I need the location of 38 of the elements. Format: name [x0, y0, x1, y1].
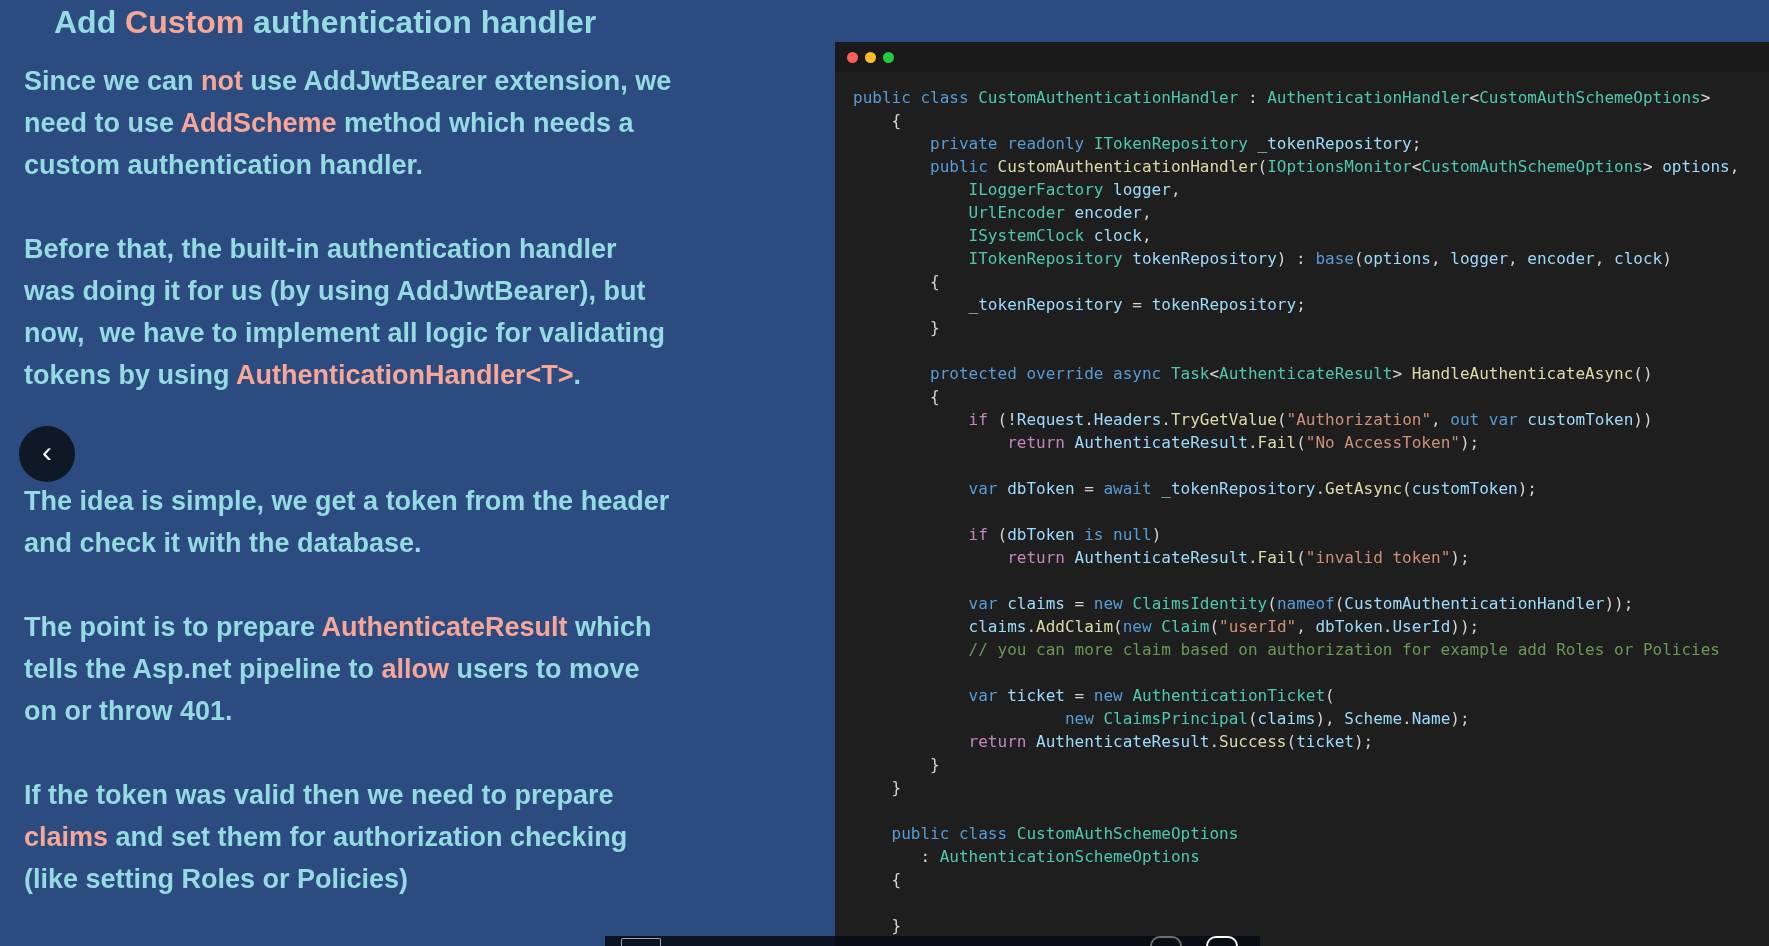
code-line: }: [890, 777, 902, 799]
code-line: if (dbToken is null): [967, 524, 1162, 546]
code-line: var dbToken = await _tokenRepository.GetAsync(customToken);: [967, 478, 1537, 500]
code-line: var ticket = new AuthenticationTicket(: [967, 685, 1335, 707]
code-line: ITokenRepository tokenRepository) : base(options, logger, encoder, clock): [967, 248, 1672, 270]
code-line: UrlEncoder encoder,: [967, 202, 1152, 224]
code-line: ILoggerFactory logger,: [967, 179, 1181, 201]
code-line: if (!Request.Headers.TryGetValue("Authorization", out var customToken)): [967, 409, 1653, 431]
slide-paragraph: If the token was valid then we need to prepare claims and set them for authorization checking (like setting Roles or Policies): [24, 779, 628, 896]
code-line: private readonly ITokenRepository _tokenRepository;: [929, 133, 1422, 155]
code-line: var claims = new ClaimsIdentity(nameof(CustomAuthenticationHandler));: [967, 593, 1634, 615]
code-line: public class CustomAuthenticationHandler : AuthenticationHandler<CustomAuthSchemeOptions>: [853, 87, 1711, 109]
code-line: : AuthenticationSchemeOptions: [919, 846, 1200, 868]
slide-paragraph: The point is to prepare AuthenticateResult which tells the Asp.net pipeline to allow users to move on or throw 401.: [24, 611, 652, 728]
code-line: claims.AddClaim(new Claim("userId", dbToken.UserId));: [967, 616, 1480, 638]
code-line: public class CustomAuthSchemeOptions: [890, 823, 1239, 845]
code-line: {: [929, 386, 940, 408]
square-outline-icon[interactable]: [621, 938, 661, 946]
code-line: ISystemClock clock,: [967, 225, 1152, 247]
code-line: new ClaimsPrincipal(claims), Scheme.Name);: [1063, 708, 1470, 730]
code-line: }: [929, 317, 940, 339]
code-line: return AuthenticateResult.Success(ticket);: [967, 731, 1374, 753]
code-line: }: [890, 915, 902, 937]
slide-paragraph: The idea is simple, we get a token from the header and check it with the database.: [24, 485, 670, 560]
code-line: // you can more claim based on authorization for example add Roles or Policies: [967, 639, 1720, 661]
code-line: protected override async Task<AuthenticateResult> HandleAuthenticateAsync(): [929, 363, 1653, 385]
code-line: {: [929, 271, 940, 293]
code-line: {: [890, 869, 902, 891]
code-line: }: [929, 754, 940, 776]
code-line: _tokenRepository = tokenRepository;: [967, 294, 1306, 316]
slide-title: Add Custom authentication handler: [54, 3, 597, 42]
code-line: {: [890, 110, 902, 132]
slide-paragraph: Before that, the built-in authentication handler was doing it for us (by using AddJwtBearer), but now, we have to implement all logic for validating tokens by using AuthenticationHandler<T>.: [24, 233, 666, 392]
code-line: public CustomAuthenticationHandler(IOptionsMonitor<CustomAuthSchemeOptions> options,: [929, 156, 1740, 178]
slide-paragraph: Since we can not use AddJwtBearer extension, we need to use AddScheme method which needs a custom authentication handler.: [24, 65, 672, 182]
code-line: return AuthenticateResult.Fail("invalid token");: [1006, 547, 1470, 569]
code-line: return AuthenticateResult.Fail("No AccessToken");: [1006, 432, 1480, 454]
previous-slide-button[interactable]: ‹: [19, 426, 75, 482]
